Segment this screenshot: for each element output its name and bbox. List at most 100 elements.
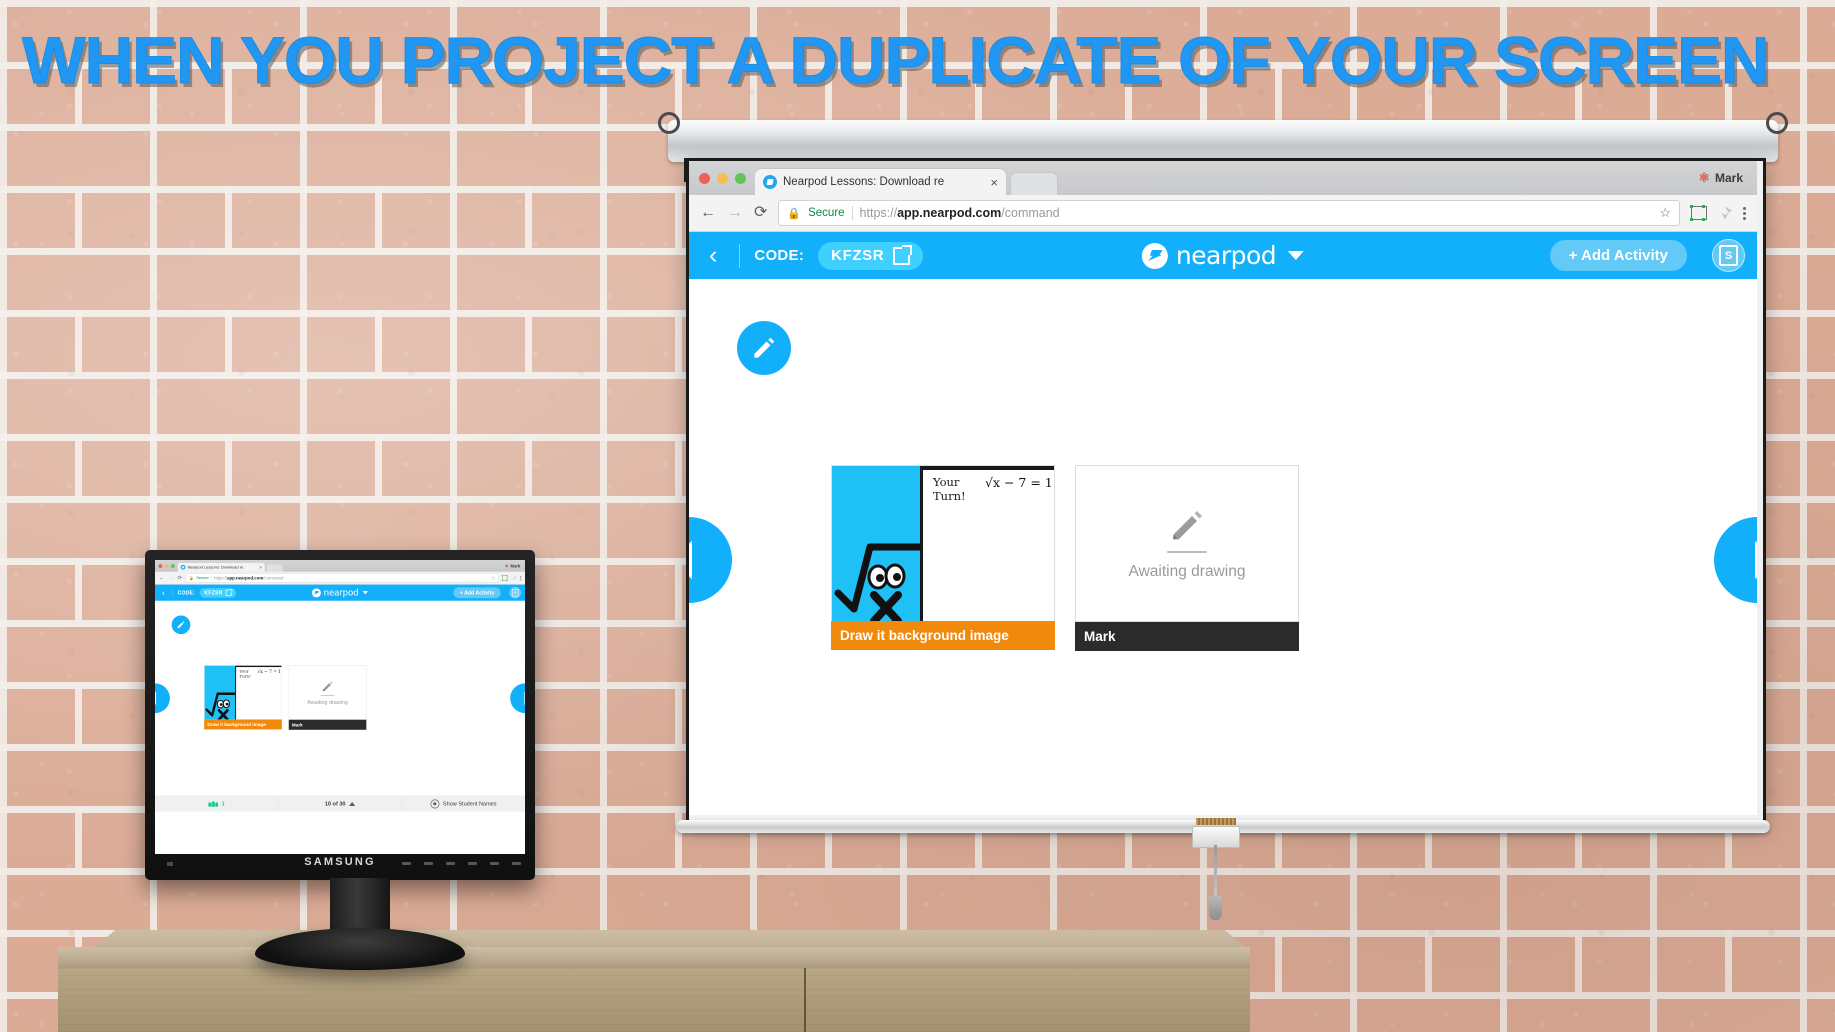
roller-bracket-right	[1766, 112, 1788, 134]
page-title: WHEN YOU PROJECT A DUPLICATE OF YOUR SCR…	[21, 23, 1770, 98]
student-view-button[interactable]: S	[509, 587, 521, 599]
cabinet-front-panel	[58, 968, 1250, 1032]
window-controls[interactable]	[699, 161, 755, 195]
window-controls[interactable]	[158, 560, 177, 572]
student-view-button[interactable]: S	[1712, 239, 1745, 272]
show-student-names-cell[interactable]: Show Student Names	[402, 796, 525, 812]
next-slide-button[interactable]	[1714, 517, 1757, 603]
dropbox-extension-icon[interactable]	[511, 575, 517, 581]
slide-stage: Your Turn! √x − 7 = 1 Draw it background …	[155, 600, 525, 796]
browser-menu-icon[interactable]	[520, 575, 522, 581]
share-icon[interactable]	[225, 588, 233, 596]
new-tab-button[interactable]	[266, 563, 283, 572]
bookmark-star-icon[interactable]: ☆	[1659, 205, 1671, 221]
thumbnail-top-border	[923, 466, 1054, 470]
screen-capture-icon[interactable]	[501, 575, 508, 581]
maximize-window-button[interactable]	[735, 172, 746, 184]
monitor-button-5[interactable]	[490, 862, 499, 865]
pencil-underline	[320, 695, 335, 696]
new-tab-button[interactable]	[1010, 172, 1058, 195]
browser-omnibar: ← → ⟳ 🔒 Secure https://app.nearpod.com/c…	[155, 571, 525, 585]
minimize-window-button[interactable]	[717, 172, 728, 184]
people-icon	[208, 800, 219, 807]
url-path: /command	[263, 575, 284, 581]
card-caption-student-name: Mark	[288, 719, 367, 730]
maximize-window-button[interactable]	[170, 563, 175, 568]
add-activity-button[interactable]: + Add Activity	[453, 587, 501, 599]
student-response-card[interactable]: Awaiting drawing Mark	[1075, 465, 1299, 651]
code-label: CODE:	[177, 589, 195, 596]
browser-profile[interactable]: ⚛ Mark	[1698, 161, 1747, 195]
screen-capture-icon[interactable]	[1690, 205, 1707, 221]
share-icon[interactable]	[893, 244, 913, 265]
projected-image-area: Nearpod Lessons: Download re × ⚛ Mark ← …	[686, 158, 1766, 824]
monitor-button-4[interactable]	[468, 862, 477, 865]
chevron-down-icon[interactable]	[1288, 251, 1305, 260]
thumbnail-white-panel: Your Turn! √x − 7 = 1	[235, 665, 282, 720]
forward-icon[interactable]: →	[727, 205, 743, 221]
monitor-button-power[interactable]	[512, 862, 521, 865]
nearpod-logo-icon	[311, 588, 321, 598]
browser-tab[interactable]: Nearpod Lessons: Download re ×	[755, 169, 1006, 195]
browser-tab-strip: Nearpod Lessons: Download re × ⚛ Mark	[155, 560, 525, 572]
nearpod-brand[interactable]: nearpod	[1141, 241, 1305, 270]
back-icon[interactable]: ←	[159, 575, 165, 581]
next-slide-button[interactable]	[510, 683, 525, 714]
session-code-value: KFZSR	[831, 247, 885, 264]
previous-slide-button[interactable]	[689, 517, 732, 603]
s-icon: S	[511, 589, 519, 597]
back-chevron-icon[interactable]: ‹	[701, 243, 725, 268]
dropbox-extension-icon[interactable]	[1718, 206, 1732, 220]
thumbnail-blue-panel	[204, 665, 236, 720]
session-code-pill[interactable]: KFZSR	[818, 241, 924, 270]
reload-icon[interactable]: ⟳	[178, 575, 183, 581]
screen-pull-handle[interactable]	[1209, 896, 1222, 920]
previous-slide-button[interactable]	[155, 683, 170, 714]
nearpod-brand[interactable]: nearpod	[311, 588, 369, 598]
browser-tab[interactable]: Nearpod Lessons: Download re ×	[177, 562, 265, 572]
monitor-button-3[interactable]	[446, 862, 455, 865]
back-chevron-icon[interactable]: ‹	[159, 588, 167, 597]
address-bar[interactable]: 🔒 Secure https://app.nearpod.com/command…	[778, 200, 1680, 226]
tab-title: Nearpod Lessons: Download re	[187, 565, 244, 570]
minimize-window-button[interactable]	[164, 563, 169, 568]
screen-pull-cord[interactable]	[1214, 845, 1217, 901]
monitor-control-buttons[interactable]	[402, 862, 521, 865]
url-host: app.nearpod.com	[227, 575, 264, 581]
radical-cartoon-character-icon	[834, 543, 920, 621]
student-response-card[interactable]: Awaiting drawing Mark	[288, 665, 367, 730]
triangle-up-icon[interactable]	[348, 801, 356, 806]
bookmark-star-icon[interactable]: ☆	[491, 575, 495, 581]
secure-label: Secure	[808, 207, 845, 219]
url-scheme: https://	[859, 206, 898, 220]
awaiting-drawing-box: Awaiting drawing	[1075, 465, 1299, 622]
profile-name: Mark	[510, 563, 521, 569]
monitor-button-1[interactable]	[402, 862, 411, 865]
monitor-button-2[interactable]	[424, 862, 433, 865]
back-icon[interactable]: ←	[700, 205, 716, 221]
triangle-right-icon	[524, 691, 525, 705]
chevron-down-icon[interactable]	[362, 591, 369, 595]
close-tab-icon[interactable]: ×	[990, 175, 998, 190]
url-text: https://app.nearpod.com/command	[214, 576, 283, 581]
triangle-left-icon	[689, 541, 692, 579]
close-tab-icon[interactable]: ×	[259, 565, 262, 570]
address-bar[interactable]: 🔒 Secure https://app.nearpod.com/command…	[185, 573, 499, 583]
close-window-button[interactable]	[699, 172, 710, 184]
draw-it-background-card[interactable]: Your Turn! √x − 7 = 1 Draw it background …	[204, 665, 282, 730]
participants-cell[interactable]: 1	[155, 795, 279, 812]
close-window-button[interactable]	[158, 563, 163, 568]
forward-icon[interactable]: →	[168, 575, 174, 581]
draw-it-background-card[interactable]: Your Turn! √x − 7 = 1 Draw it background …	[831, 465, 1055, 651]
pencil-icon	[322, 681, 333, 692]
slide-indicator-cell[interactable]: 10 of 30	[278, 795, 402, 812]
browser-menu-icon[interactable]	[1743, 206, 1746, 220]
eye-icon	[430, 799, 440, 809]
triangle-right-icon	[1754, 541, 1757, 579]
browser-profile[interactable]: ⚛ Mark	[505, 560, 522, 572]
awaiting-drawing-box: Awaiting drawing	[288, 665, 367, 720]
nearpod-toolbar: ‹ CODE: KFZSR nearpod + Add Activity S	[689, 232, 1757, 279]
session-code-pill[interactable]: KFZSR	[199, 587, 237, 598]
add-activity-button[interactable]: + Add Activity	[1549, 240, 1687, 271]
reload-icon[interactable]: ⟳	[754, 205, 767, 221]
